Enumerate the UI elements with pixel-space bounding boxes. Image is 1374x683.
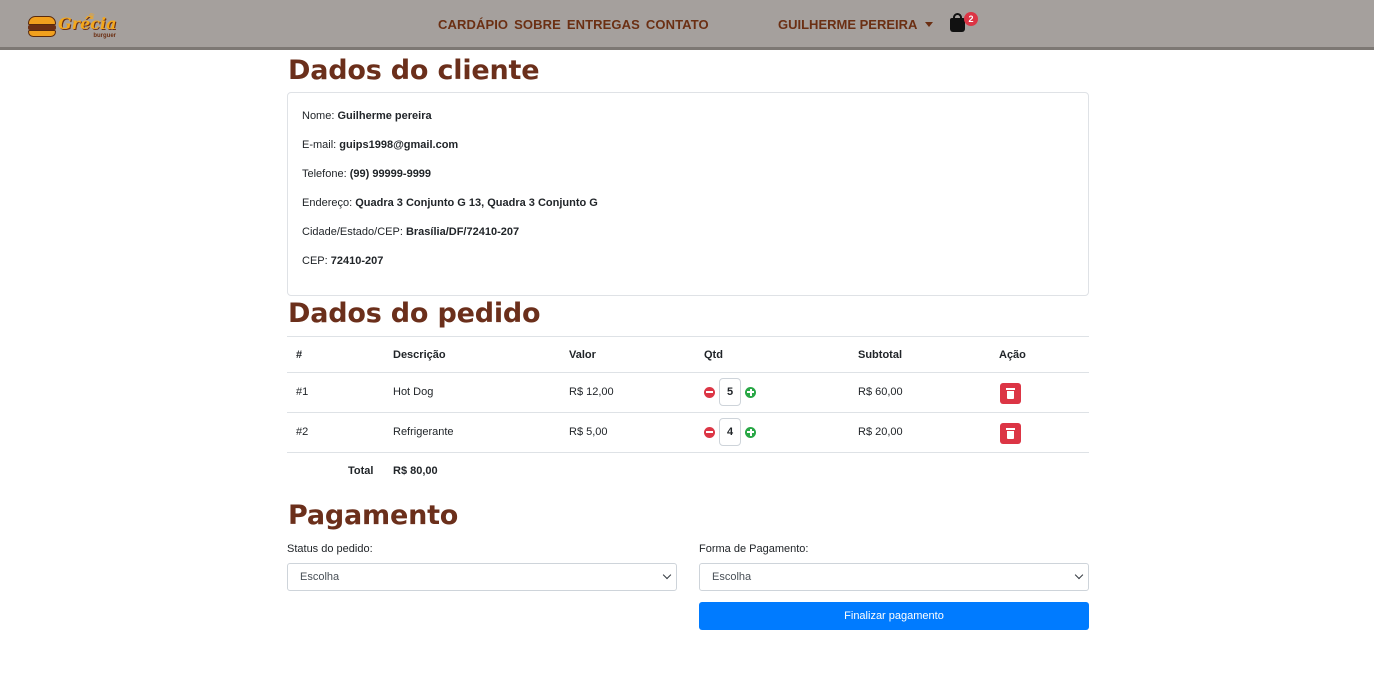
brand-text: ♛ Grécia burguer xyxy=(58,12,116,42)
table-row: #1 Hot Dog R$ 12,00 5 R$ 60,00 xyxy=(287,372,1089,412)
nav-links: CARDÁPIO SOBRE ENTREGAS CONTATO xyxy=(438,17,709,32)
payment-method-label: Forma de Pagamento: xyxy=(699,543,809,555)
col-price-header: Valor xyxy=(569,349,596,361)
col-subtotal-header: Subtotal xyxy=(858,349,902,361)
row-id: #2 xyxy=(296,426,309,438)
status-select[interactable]: Escolha xyxy=(287,563,677,591)
minus-circle-icon[interactable] xyxy=(704,426,715,438)
client-city: Cidade/Estado/CEP: Brasília/DF/72410-207 xyxy=(302,226,520,238)
quantity-stepper: 5 xyxy=(704,378,756,406)
chevron-down-icon xyxy=(662,570,672,580)
table-row: #2 Refrigerante R$ 5,00 4 R$ 20,00 xyxy=(287,412,1089,452)
cart-count-badge: 2 xyxy=(964,12,978,26)
col-action-header: Ação xyxy=(999,349,1026,361)
client-card: Nome: Guilherme pereira E-mail: guips199… xyxy=(287,92,1089,296)
col-desc-header: Descrição xyxy=(393,349,446,361)
client-section-title: Dados do cliente xyxy=(288,55,540,86)
status-label: Status do pedido: xyxy=(287,543,373,555)
brand-name: Grécia xyxy=(58,14,117,33)
nav-link-contato[interactable]: CONTATO xyxy=(646,17,709,32)
total-value: R$ 80,00 xyxy=(393,465,438,477)
client-cep: CEP: 72410-207 xyxy=(302,255,384,267)
payment-section-title: Pagamento xyxy=(288,500,459,531)
delete-item-button[interactable] xyxy=(1000,383,1021,404)
navbar: ♛ Grécia burguer CARDÁPIO SOBRE ENTREGAS… xyxy=(0,0,1374,50)
quantity-stepper: 4 xyxy=(704,418,756,446)
status-select-value: Escolha xyxy=(300,571,340,583)
burger-logo-icon xyxy=(28,16,56,38)
nav-link-cardapio[interactable]: CARDÁPIO xyxy=(438,17,508,32)
col-id-header: # xyxy=(296,349,303,361)
row-subtotal: R$ 60,00 xyxy=(858,386,903,398)
brand-sub: burguer xyxy=(93,33,116,39)
total-label: Total xyxy=(348,465,374,477)
row-price: R$ 12,00 xyxy=(569,386,614,398)
client-phone: Telefone: (99) 99999-9999 xyxy=(302,168,432,180)
payment-method-select[interactable]: Escolha xyxy=(699,563,1089,591)
minus-circle-icon[interactable] xyxy=(704,386,715,398)
order-section-title: Dados do pedido xyxy=(288,298,541,329)
trash-lid xyxy=(1006,388,1015,390)
user-menu[interactable]: GUILHERME PEREIRA xyxy=(778,17,934,32)
row-price: R$ 5,00 xyxy=(569,426,608,438)
plus-circle-icon[interactable] xyxy=(745,386,756,398)
table-header-row: # Descrição Valor Qtd Subtotal Ação xyxy=(287,336,1089,372)
row-subtotal: R$ 20,00 xyxy=(858,426,903,438)
nav-link-sobre[interactable]: SOBRE xyxy=(514,17,561,32)
finalize-payment-button[interactable]: Finalizar pagamento xyxy=(699,602,1089,630)
client-address: Endereço: Quadra 3 Conjunto G 13, Quadra… xyxy=(302,197,598,209)
quantity-value[interactable]: 4 xyxy=(719,418,741,446)
row-desc: Refrigerante xyxy=(393,426,454,438)
shopping-bag-icon xyxy=(950,18,965,32)
row-desc: Hot Dog xyxy=(393,386,434,398)
caret-down-icon xyxy=(925,22,934,27)
delete-item-button[interactable] xyxy=(1000,423,1021,444)
client-email: E-mail: guips1998@gmail.com xyxy=(302,139,459,151)
client-name: Nome: Guilherme pereira xyxy=(302,110,432,122)
brand-logo[interactable]: ♛ Grécia burguer xyxy=(28,10,118,44)
trash-icon xyxy=(1007,391,1014,399)
trash-lid xyxy=(1006,428,1015,430)
row-id: #1 xyxy=(296,386,309,398)
quantity-value[interactable]: 5 xyxy=(719,378,741,406)
col-qty-header: Qtd xyxy=(704,349,723,361)
user-name: GUILHERME PEREIRA xyxy=(778,17,918,32)
plus-circle-icon[interactable] xyxy=(745,426,756,438)
chevron-down-icon xyxy=(1074,570,1084,580)
trash-icon xyxy=(1007,431,1014,439)
cart-button[interactable]: 2 xyxy=(950,12,980,36)
payment-method-value: Escolha xyxy=(712,571,752,583)
total-row: Total R$ 80,00 xyxy=(287,452,1089,488)
nav-link-entregas[interactable]: ENTREGAS xyxy=(567,17,640,32)
